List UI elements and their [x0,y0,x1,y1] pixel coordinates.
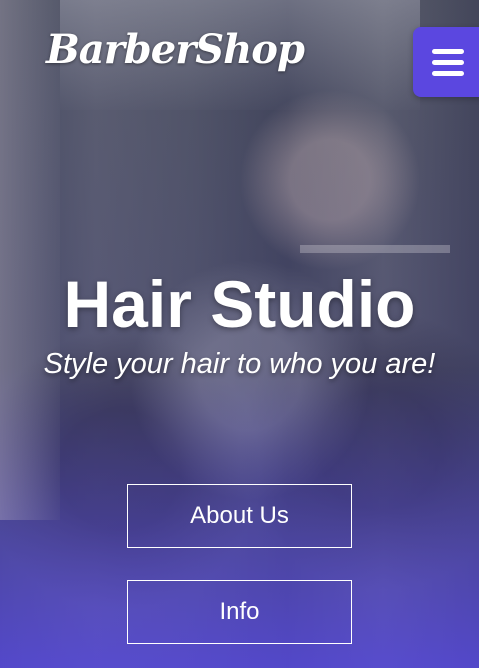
menu-button[interactable] [413,27,479,97]
header: BarberShop [0,0,479,100]
hero: Hair Studio Style your hair to who you a… [0,262,479,382]
logo[interactable]: BarberShop [46,26,305,73]
about-us-button[interactable]: About Us [127,484,352,548]
hamburger-menu-icon [432,59,464,65]
hero-subtitle: Style your hair to who you are! [43,348,436,380]
info-button[interactable]: Info [127,580,352,644]
hamburger-menu-icon [432,70,464,76]
hamburger-menu-icon [432,48,464,54]
hero-title: Hair Studio [63,267,416,341]
page: BarberShop Hair Studio Style your hair t… [0,0,479,668]
background-shelf [300,245,450,253]
